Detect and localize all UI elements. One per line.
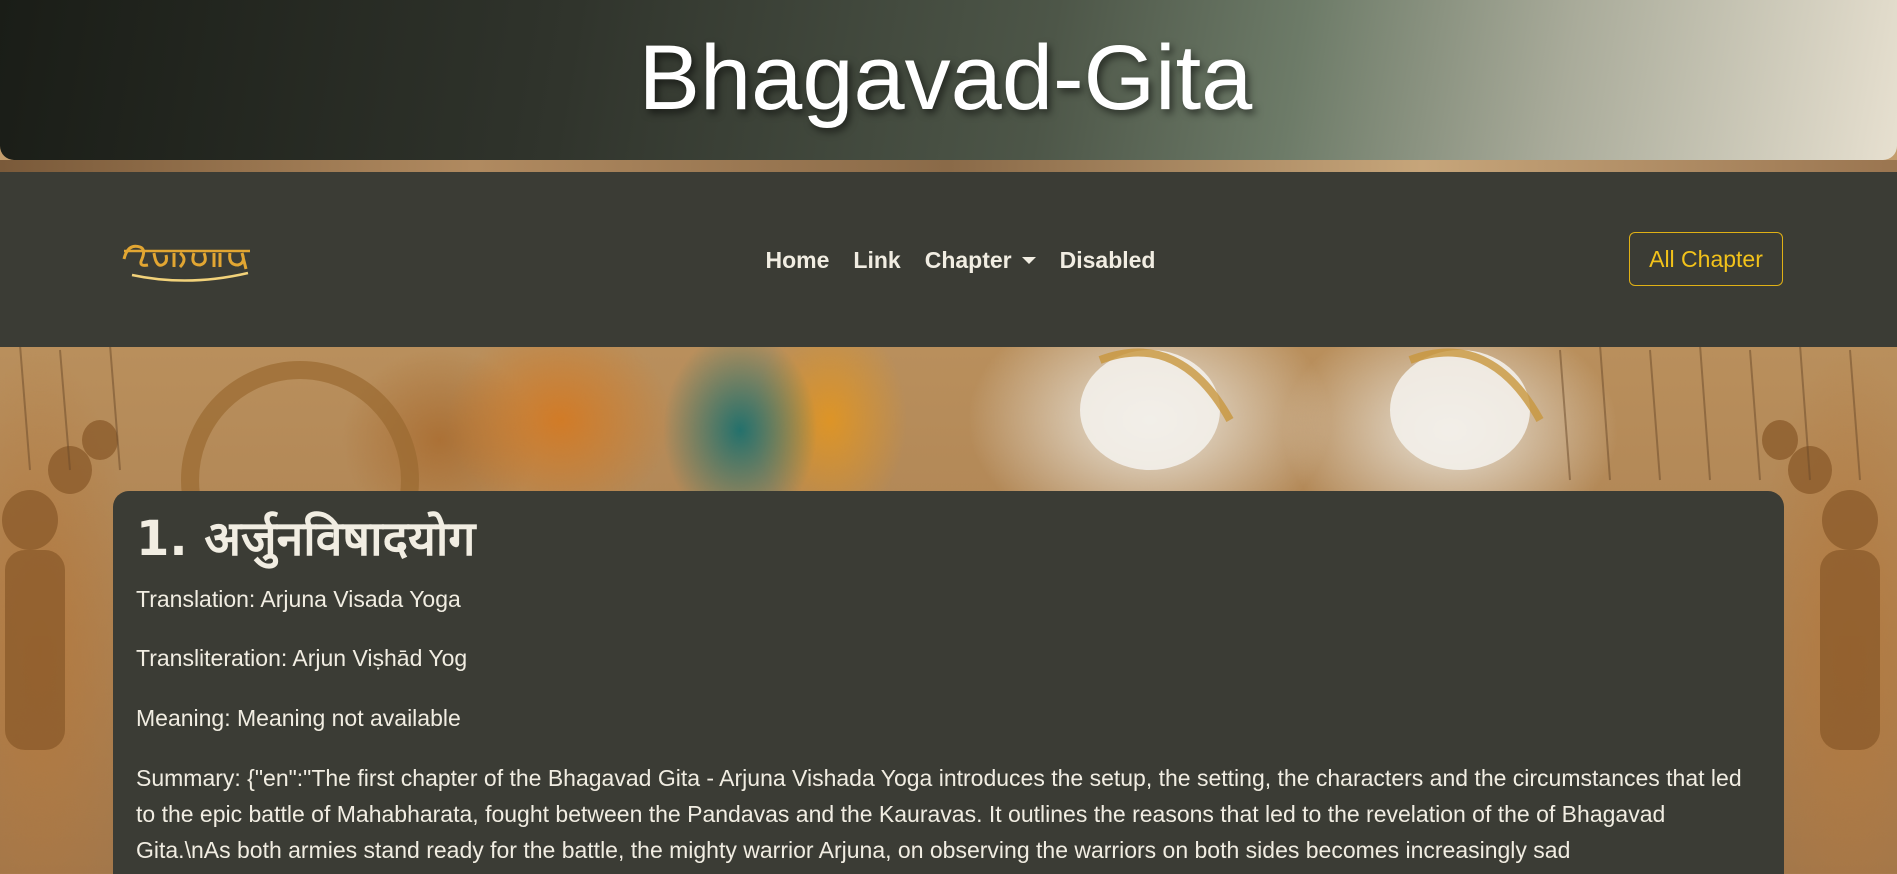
site-title: Bhagavad-Gita xyxy=(638,27,1253,129)
chapter-transliteration: Transliteration: Arjun Viṣhād Yog xyxy=(136,645,468,672)
hero-image-strip xyxy=(0,160,1897,172)
nav-home[interactable]: Home xyxy=(754,247,842,274)
navbar: Home Link Chapter Disabled All Chapter xyxy=(0,172,1897,347)
nav-chapter-dropdown[interactable]: Chapter xyxy=(913,247,1048,274)
nav-links: Home Link Chapter Disabled xyxy=(0,247,1897,274)
chevron-down-icon xyxy=(1021,257,1036,264)
nav-link[interactable]: Link xyxy=(841,247,912,274)
chapter-card: 1. अर्जुनविषादयोग Translation: Arjuna Vi… xyxy=(113,491,1784,874)
nav-chapter-label: Chapter xyxy=(924,247,1012,273)
chapter-title: 1. अर्जुनविषादयोग xyxy=(136,511,476,567)
chapter-meaning: Meaning: Meaning not available xyxy=(136,704,461,731)
nav-disabled: Disabled xyxy=(1059,247,1156,273)
hero-header: Bhagavad-Gita xyxy=(0,0,1897,160)
all-chapter-button[interactable]: All Chapter xyxy=(1629,232,1783,286)
chapter-summary: Summary: {"en":"The first chapter of the… xyxy=(136,765,1742,864)
chapter-translation: Translation: Arjuna Visada Yoga xyxy=(136,585,461,612)
